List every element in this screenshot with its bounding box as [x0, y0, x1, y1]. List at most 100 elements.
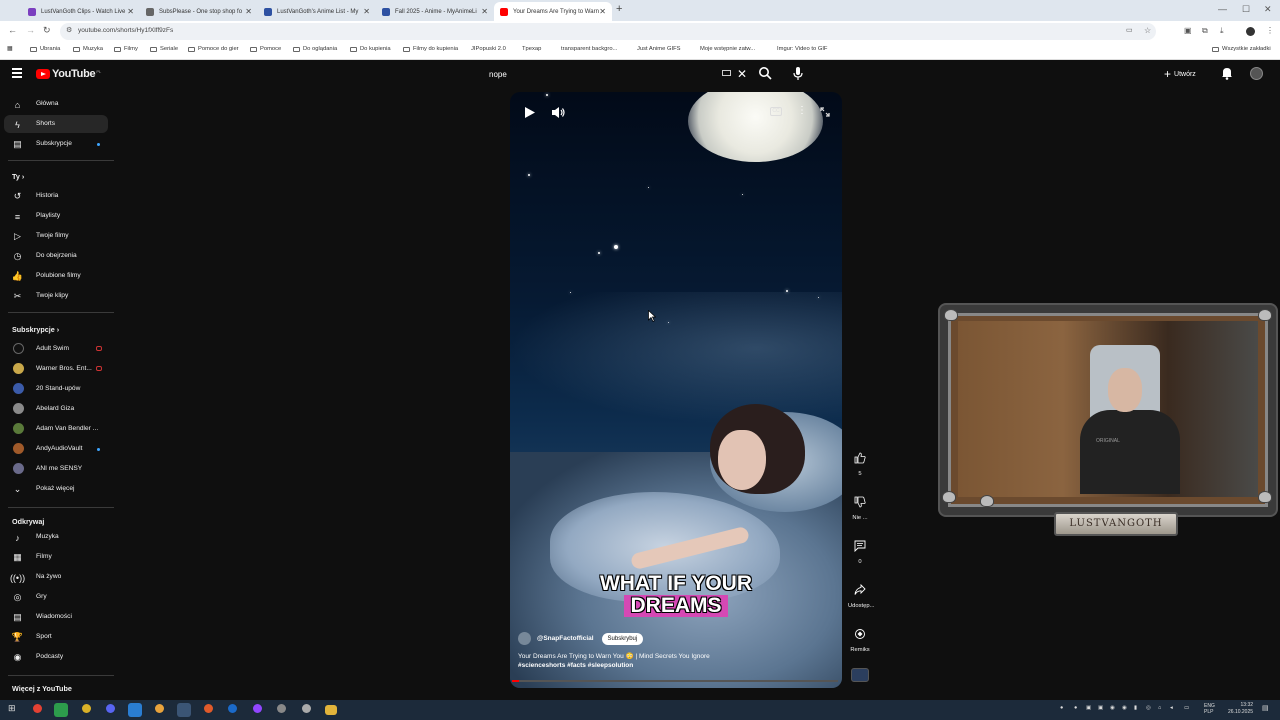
reload-icon[interactable]: ↻: [43, 25, 51, 36]
browser-tab[interactable]: Fall 2025 - Anime - MyAnimeLi ✕: [376, 2, 494, 21]
tray-icon[interactable]: ◉: [1122, 705, 1127, 711]
bookmark-folder[interactable]: Filmy do kupienia: [403, 46, 458, 52]
bookmark-folder[interactable]: Muzyka: [73, 46, 103, 52]
sidebar-item-home[interactable]: ⌂ Główna: [4, 95, 108, 113]
subscribe-button[interactable]: Subskrybuj: [601, 632, 644, 645]
back-icon[interactable]: ←: [8, 25, 17, 35]
app-icon[interactable]: [204, 704, 213, 713]
forward-icon[interactable]: →: [26, 25, 35, 35]
sidebar-section-subscriptions[interactable]: Subskrypcje ›: [12, 325, 59, 334]
channel-avatar[interactable]: [518, 632, 531, 645]
sidebar-channel[interactable]: 20 Stand-upów: [4, 380, 108, 398]
sidebar-item-podcasts[interactable]: ◉ Podcasty: [4, 648, 108, 666]
clear-search-icon[interactable]: ✕: [737, 67, 747, 81]
browser-tab[interactable]: LustVanGoth's Anime List - My ✕: [258, 2, 376, 21]
bookmark-star-icon[interactable]: ☆: [1144, 26, 1151, 35]
keyboard-icon[interactable]: [722, 70, 731, 76]
sidebar-item-gaming[interactable]: ◎ Gry: [4, 588, 108, 606]
twitch-icon[interactable]: [253, 704, 262, 713]
browser-tab[interactable]: SubsPlease - One stop shop fo ✕: [140, 2, 258, 21]
tray-icon[interactable]: ▣: [1086, 705, 1091, 711]
close-tab-icon[interactable]: ✕: [127, 7, 134, 16]
extension-icon[interactable]: ▣: [1184, 26, 1192, 35]
app-icon[interactable]: [155, 704, 164, 713]
play-icon[interactable]: [524, 106, 536, 119]
profile-icon[interactable]: [1246, 27, 1255, 36]
sidebar-channel[interactable]: AndyAudioVault: [4, 440, 108, 458]
address-bar[interactable]: ⚙ youtube.com/shorts/Hy1fXlff9zFs ☆ ▭: [60, 23, 1156, 40]
browser-taskbar-icon[interactable]: [177, 703, 191, 717]
close-tab-icon[interactable]: ✕: [599, 7, 606, 16]
sidebar-item-your-videos[interactable]: ▷ Twoje filmy: [4, 227, 108, 245]
app-icon[interactable]: [54, 703, 68, 717]
extensions-icon[interactable]: ⧉: [1202, 26, 1208, 36]
more-options-icon[interactable]: ⋮: [797, 105, 807, 116]
notification-center-icon[interactable]: ▤: [1262, 704, 1269, 712]
sidebar-item-news[interactable]: ▤ Wiadomości: [4, 608, 108, 626]
sidebar-item-watch-later[interactable]: ◷ Do obejrzenia: [4, 247, 108, 265]
youtube-logo[interactable]: YouTube PL: [36, 68, 101, 80]
maximize-icon[interactable]: ☐: [1242, 4, 1250, 15]
like-button[interactable]: 5: [848, 447, 872, 477]
tray-icon[interactable]: ◉: [1110, 705, 1115, 711]
microphone-icon[interactable]: [793, 67, 803, 81]
close-tab-icon[interactable]: ✕: [245, 7, 252, 16]
notifications-bell-icon[interactable]: [1221, 67, 1233, 80]
minimize-icon[interactable]: —: [1218, 4, 1227, 14]
chrome-icon[interactable]: [33, 704, 42, 713]
volume-tray-icon[interactable]: ◂: [1170, 705, 1173, 711]
file-explorer-icon[interactable]: [325, 705, 337, 715]
bookmark-link[interactable]: Imgur: Video to GIF: [777, 46, 827, 52]
browser-tab-active[interactable]: Your Dreams Are Trying to Warn ✕: [494, 2, 612, 21]
video-progress-bar[interactable]: [512, 680, 838, 682]
bookmark-folder[interactable]: Seriale: [150, 46, 178, 52]
sidebar-item-shorts[interactable]: ϟ Shorts: [4, 115, 108, 133]
bookmark-folder[interactable]: Do kupienia: [350, 46, 391, 52]
sidebar-channel[interactable]: Warner Bros. Ent...: [4, 360, 108, 378]
bookmark-link[interactable]: Moje wstępnie zatw...: [700, 46, 755, 52]
new-tab-icon[interactable]: +: [616, 3, 622, 15]
sidebar-channel[interactable]: Adult Swim: [4, 340, 108, 358]
audio-thumbnail[interactable]: [851, 668, 869, 682]
cast-icon[interactable]: ▭: [1126, 26, 1133, 34]
sidebar-item-movies[interactable]: ▦ Filmy: [4, 548, 108, 566]
search-box[interactable]: nope ✕: [488, 66, 750, 84]
tray-icon[interactable]: ●: [1074, 705, 1077, 711]
dislike-button[interactable]: Nie ...: [848, 491, 872, 521]
start-menu-icon[interactable]: ⊞: [8, 703, 16, 714]
sidebar-item-music[interactable]: ♪ Muzyka: [4, 528, 108, 546]
search-icon[interactable]: [758, 66, 772, 80]
sidebar-section-you[interactable]: Ty ›: [12, 172, 24, 181]
bookmark-folder[interactable]: Pomoce do gier: [188, 46, 239, 52]
search-input[interactable]: nope: [489, 70, 507, 79]
fullscreen-icon[interactable]: [820, 107, 830, 117]
volume-icon[interactable]: [551, 106, 565, 119]
show-more-button[interactable]: ⌄ Pokaż więcej: [4, 480, 108, 498]
channel-name[interactable]: @SnapFactofficial: [537, 635, 594, 642]
sidebar-item-clips[interactable]: ✂ Twoje klipy: [4, 287, 108, 305]
close-tab-icon[interactable]: ✕: [363, 7, 370, 16]
bookmark-link[interactable]: transparent backgro...: [561, 46, 617, 52]
hamburger-menu-icon[interactable]: [12, 68, 22, 78]
system-clock[interactable]: 13:32 26.10.2025: [1228, 702, 1253, 716]
remix-button[interactable]: Remiks: [848, 623, 872, 653]
comments-button[interactable]: 0: [848, 535, 872, 565]
steam-icon[interactable]: [228, 704, 237, 713]
close-window-icon[interactable]: ✕: [1264, 4, 1272, 15]
sidebar-item-sport[interactable]: 🏆 Sport: [4, 628, 108, 646]
browser-tab[interactable]: LustVanGoth Clips - Watch Live ✕: [22, 2, 140, 21]
bookmark-folder[interactable]: Pomoce: [250, 46, 281, 52]
bookmark-link[interactable]: JIPopuski 2.0: [471, 46, 506, 52]
sidebar-item-liked[interactable]: 👍 Polubione filmy: [4, 267, 108, 285]
bookmark-link[interactable]: Just Anime GIFS: [637, 46, 681, 52]
app-icon[interactable]: [302, 704, 311, 713]
site-info-icon[interactable]: ⚙: [66, 26, 72, 34]
sidebar-channel[interactable]: ANI me SENSY: [4, 460, 108, 478]
tray-icon[interactable]: ▣: [1098, 705, 1103, 711]
language-indicator[interactable]: ENG PLP: [1204, 703, 1215, 715]
network-icon[interactable]: ⌂: [1158, 705, 1161, 711]
discord-icon[interactable]: [106, 704, 115, 713]
browser-menu-icon[interactable]: ⋮: [1266, 26, 1274, 35]
bookmark-folder[interactable]: Do oglądania: [293, 46, 337, 52]
bookmark-link[interactable]: Tpexap: [522, 46, 541, 52]
